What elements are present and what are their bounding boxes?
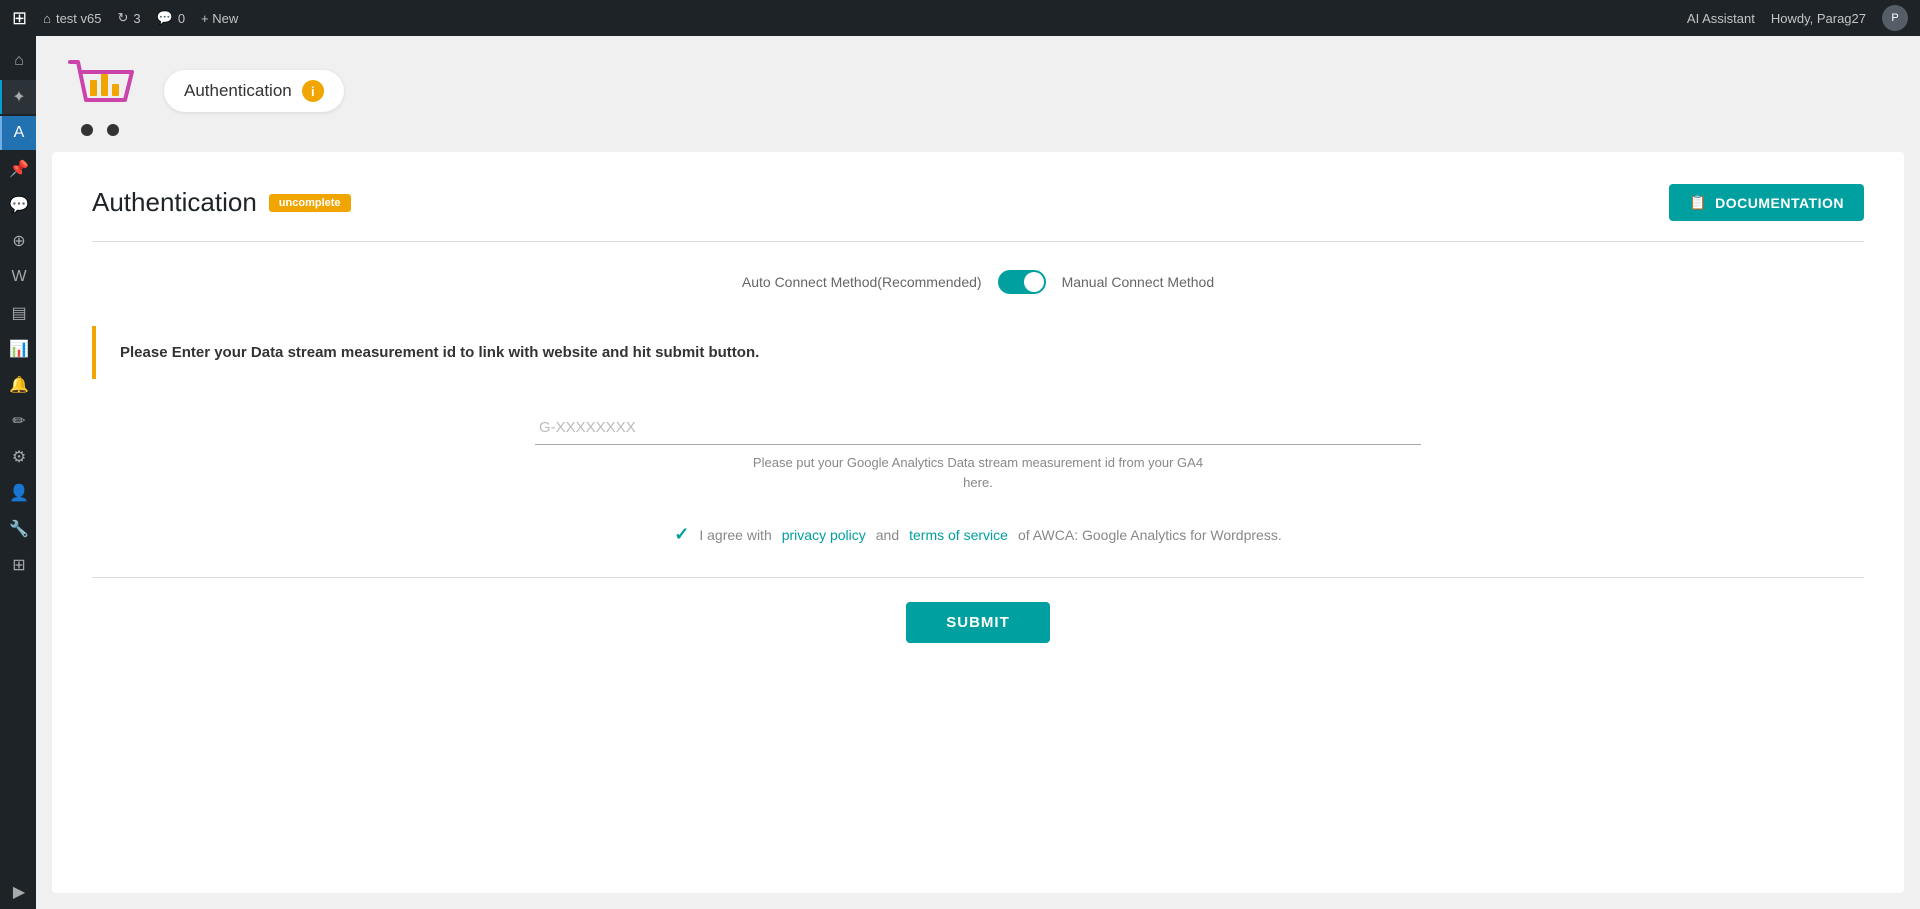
sidebar-item-wrench[interactable]: 🔧 bbox=[0, 512, 36, 546]
info-box: Please Enter your Data stream measuremen… bbox=[92, 326, 1864, 379]
sidebar-item-users[interactable]: 👤 bbox=[0, 476, 36, 510]
info-circle-icon[interactable]: i bbox=[302, 80, 324, 102]
sidebar-item-notifications[interactable]: 🔔 bbox=[0, 368, 36, 402]
submit-button[interactable]: SUBMIT bbox=[906, 602, 1050, 643]
sidebar-item-tools[interactable]: ✏ bbox=[0, 404, 36, 438]
sidebar-item-pages[interactable]: ▤ bbox=[0, 296, 36, 330]
toggle-track bbox=[998, 270, 1046, 294]
howdy-label: Howdy, Parag27 bbox=[1771, 11, 1866, 26]
toggle-left-label: Auto Connect Method(Recommended) bbox=[742, 274, 982, 290]
input-section: Please put your Google Analytics Data st… bbox=[92, 411, 1864, 492]
toggle-row: Auto Connect Method(Recommended) Manual … bbox=[92, 270, 1864, 294]
updates-icon: ↻ bbox=[117, 10, 128, 26]
bubble-title: Authentication bbox=[184, 81, 292, 101]
doc-book-icon: 📋 bbox=[1689, 194, 1707, 211]
updates-link[interactable]: ↻ 3 bbox=[117, 10, 140, 26]
comments-icon: 💬 bbox=[157, 10, 173, 26]
topbar: ⊞ ⌂ test v65 ↻ 3 💬 0 + New AI Assistant … bbox=[0, 0, 1920, 36]
sidebar-item-analytics[interactable]: ✦ bbox=[0, 80, 36, 114]
cart-wheels bbox=[81, 124, 119, 136]
agree-text-and: and bbox=[876, 527, 899, 543]
home-icon: ⌂ bbox=[43, 11, 51, 26]
title-divider bbox=[92, 241, 1864, 242]
topbar-right: AI Assistant Howdy, Parag27 P bbox=[1687, 5, 1908, 31]
agreement-row: ✓ I agree with privacy policy and terms … bbox=[92, 524, 1864, 545]
sidebar-item-stats[interactable]: 📊 bbox=[0, 332, 36, 366]
wp-icon[interactable]: ⊞ bbox=[12, 8, 27, 29]
site-name-link[interactable]: ⌂ test v65 bbox=[43, 11, 101, 26]
toggle-thumb bbox=[1024, 272, 1044, 292]
cart-icon bbox=[60, 52, 140, 122]
toggle-right-label: Manual Connect Method bbox=[1062, 274, 1215, 290]
content-area: Authentication uncomplete 📋 DOCUMENTATIO… bbox=[52, 152, 1904, 893]
agree-text-after: of AWCA: Google Analytics for Wordpress. bbox=[1018, 527, 1282, 543]
ai-assistant-link[interactable]: AI Assistant bbox=[1687, 11, 1755, 26]
sidebar-item-jetpack[interactable]: ⊕ bbox=[0, 224, 36, 258]
status-badge: uncomplete bbox=[269, 194, 351, 212]
sidebar-item-pin[interactable]: 📌 bbox=[0, 152, 36, 186]
plugin-header: Authentication i bbox=[36, 36, 1920, 136]
privacy-policy-link[interactable]: privacy policy bbox=[782, 527, 866, 543]
sidebar-item-dashboard[interactable]: ⌂ bbox=[0, 44, 36, 78]
documentation-button[interactable]: 📋 DOCUMENTATION bbox=[1669, 184, 1864, 221]
terms-of-service-link[interactable]: terms of service bbox=[909, 527, 1008, 543]
page-title-left: Authentication uncomplete bbox=[92, 187, 351, 218]
sidebar: ⌂ ✦ A 📌 💬 ⊕ W ▤ 📊 🔔 ✏ ⚙ 👤 🔧 ⊞ ▶ bbox=[0, 36, 36, 909]
new-content-link[interactable]: + New bbox=[201, 11, 238, 26]
info-box-message: Please Enter your Data stream measuremen… bbox=[120, 344, 759, 361]
agree-text-before: I agree with bbox=[699, 527, 771, 543]
sidebar-item-comments[interactable]: 💬 bbox=[0, 188, 36, 222]
auth-bubble: Authentication i bbox=[164, 70, 344, 112]
page-title-row: Authentication uncomplete 📋 DOCUMENTATIO… bbox=[92, 184, 1864, 221]
connect-method-toggle[interactable] bbox=[998, 270, 1046, 294]
agree-check-icon: ✓ bbox=[674, 524, 689, 545]
sidebar-item-settings[interactable]: ⚙ bbox=[0, 440, 36, 474]
sidebar-item-analytics-plugin[interactable]: A bbox=[0, 116, 36, 150]
main-wrapper: Authentication i Authentication uncomple… bbox=[36, 36, 1920, 909]
sidebar-item-woo[interactable]: W bbox=[0, 260, 36, 294]
input-hint: Please put your Google Analytics Data st… bbox=[753, 453, 1203, 492]
avatar[interactable]: P bbox=[1882, 5, 1908, 31]
measurement-id-input[interactable] bbox=[535, 411, 1421, 445]
cart-wheel-right bbox=[107, 124, 119, 136]
page-title: Authentication bbox=[92, 187, 257, 218]
sidebar-item-play[interactable]: ▶ bbox=[0, 875, 36, 909]
sidebar-item-plugins[interactable]: ⊞ bbox=[0, 548, 36, 582]
cart-wheel-left bbox=[81, 124, 93, 136]
comments-link[interactable]: 💬 0 bbox=[157, 10, 185, 26]
submit-divider bbox=[92, 577, 1864, 578]
plugin-logo bbox=[60, 52, 140, 136]
submit-row: SUBMIT bbox=[92, 602, 1864, 643]
